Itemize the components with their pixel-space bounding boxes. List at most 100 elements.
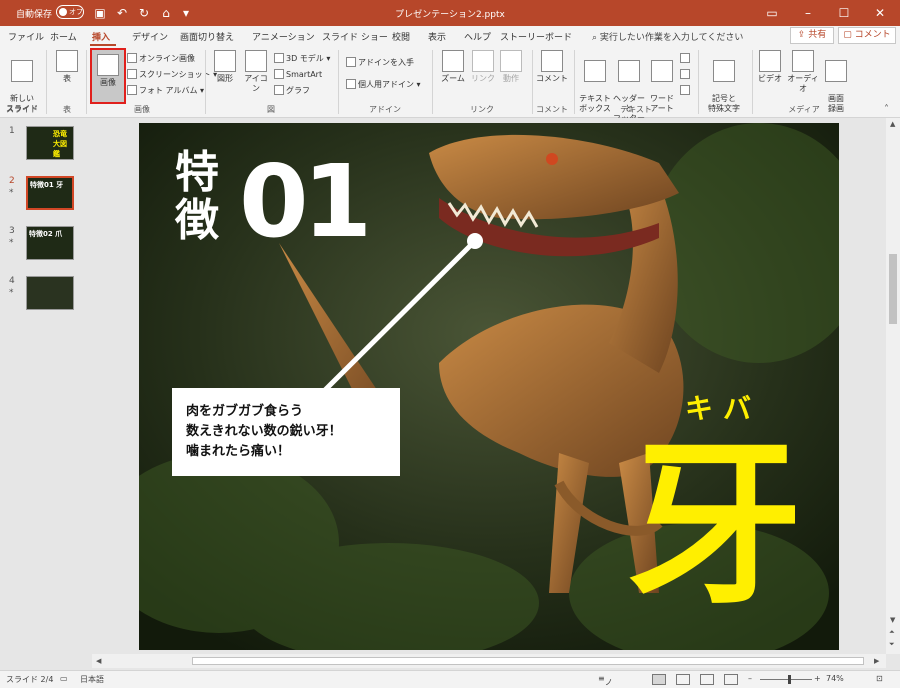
normal-view-icon[interactable] bbox=[652, 674, 666, 685]
scroll-up-icon[interactable]: ▲ bbox=[890, 120, 895, 128]
close-button[interactable]: ✕ bbox=[862, 0, 898, 26]
action-button[interactable]: 動作 bbox=[498, 50, 524, 84]
tab-help[interactable]: ヘルプ bbox=[464, 30, 491, 43]
my-addins-button[interactable]: 個人用アドイン ▾ bbox=[346, 79, 421, 90]
comments-button[interactable]: ▢ コメント bbox=[838, 27, 896, 44]
tab-file[interactable]: ファイル bbox=[8, 30, 44, 43]
video-button[interactable]: ビデオ bbox=[756, 50, 784, 84]
tab-review[interactable]: 校閲 bbox=[392, 30, 410, 43]
tab-view[interactable]: 表示 bbox=[428, 30, 446, 43]
object-icon bbox=[680, 85, 690, 95]
slide-canvas[interactable]: 特徴 01 肉をガブガブ食らう 数えきれない数の鋭い牙！ 噛まれたら痛い！ キバ… bbox=[139, 123, 839, 650]
tab-design[interactable]: デザイン bbox=[132, 30, 168, 43]
tab-transitions[interactable]: 画面切り替え bbox=[180, 30, 234, 43]
notes-button[interactable]: ≡ ノート bbox=[598, 674, 613, 687]
omega-icon bbox=[713, 60, 735, 82]
tab-animations[interactable]: アニメーション bbox=[252, 30, 315, 43]
share-label: 共有 bbox=[808, 30, 827, 40]
wordart-icon bbox=[651, 60, 673, 82]
online-image-button[interactable]: オンライン画像 bbox=[127, 53, 195, 64]
reading-view-icon[interactable] bbox=[700, 674, 714, 685]
insert-comment-button[interactable]: コメント bbox=[536, 50, 568, 84]
zoom-out-icon[interactable]: – bbox=[748, 674, 752, 683]
zoom-slider[interactable] bbox=[760, 679, 812, 680]
previous-slide-icon[interactable]: ⏶ bbox=[889, 628, 895, 637]
shapes-button[interactable]: 図形 bbox=[212, 50, 238, 84]
get-addins-button[interactable]: アドインを入手 bbox=[346, 57, 414, 68]
zoom-in-icon[interactable]: + bbox=[814, 674, 821, 683]
tell-me-text: 実行したい作業を入力してください bbox=[599, 33, 744, 43]
slide-thumbnail-4[interactable] bbox=[26, 276, 74, 310]
slide-thumbnail-3[interactable]: 特徴02 爪 bbox=[26, 226, 74, 260]
zoom-slider-knob[interactable] bbox=[788, 675, 791, 684]
thumb-number: 4 bbox=[9, 276, 15, 286]
collapse-ribbon-icon[interactable]: ˄ bbox=[884, 104, 889, 115]
slide-title-kanji: 特徴 bbox=[175, 147, 219, 246]
object-button[interactable] bbox=[680, 85, 692, 95]
slide-thumbnail-2[interactable]: 特徴01 牙 bbox=[26, 176, 74, 210]
tab-insert[interactable]: 挿入 bbox=[92, 30, 110, 43]
3d-models-button[interactable]: 3D モデル ▾ bbox=[274, 53, 330, 64]
group-table-label: 表 bbox=[63, 105, 71, 114]
date-time-button[interactable] bbox=[680, 53, 692, 63]
vertical-scrollbar[interactable]: ▲ ▼ ⏶ ⏷ bbox=[886, 118, 900, 654]
share-button[interactable]: ⇪ 共有 bbox=[790, 27, 834, 44]
slide-position: スライド 2/4 bbox=[6, 675, 54, 684]
smartart-icon bbox=[274, 69, 284, 79]
ribbon-tabs: ファイル ホーム 挿入 デザイン 画面切り替え アニメーション スライド ショー… bbox=[0, 26, 900, 46]
icons-button[interactable]: アイコン bbox=[242, 50, 270, 94]
tell-me-search[interactable]: ⌕ 実行したい作業を入力してください bbox=[592, 30, 743, 43]
zoom-level[interactable]: 74% bbox=[826, 674, 844, 683]
link-label: リンク bbox=[471, 74, 495, 83]
scroll-down-icon[interactable]: ▼ bbox=[890, 616, 895, 624]
slide-sorter-icon[interactable] bbox=[676, 674, 690, 685]
ribbon-separator bbox=[432, 50, 433, 114]
scroll-left-icon[interactable]: ◀ bbox=[96, 657, 101, 665]
zoom-label: ズーム bbox=[441, 74, 465, 83]
scroll-right-icon[interactable]: ▶ bbox=[874, 657, 879, 665]
powerpoint-window: 自動保存 オフ ▣ ↶ ↻ ⌂ ▾ プレゼンテーション2.pptx ▭ – ☐ … bbox=[0, 0, 900, 688]
horizontal-scrollbar[interactable]: ◀ ▶ bbox=[92, 654, 886, 668]
group-links-label: リンク bbox=[470, 105, 494, 114]
screenshot-button[interactable]: スクリーンショット ▾ bbox=[127, 69, 217, 80]
horizontal-scroll-thumb[interactable] bbox=[192, 657, 864, 665]
tab-storyboard[interactable]: ストーリーボード bbox=[500, 30, 572, 43]
slideshow-view-icon[interactable] bbox=[724, 674, 738, 685]
callout-line-1: 肉をガブガブ食らう bbox=[186, 404, 304, 419]
ribbon-separator bbox=[46, 50, 47, 114]
smartart-button[interactable]: SmartArt bbox=[274, 69, 322, 79]
zoom-button[interactable]: ズーム bbox=[438, 50, 468, 84]
ribbon-display-icon[interactable]: ▭ bbox=[754, 0, 790, 26]
table-icon bbox=[56, 50, 78, 72]
tab-home[interactable]: ホーム bbox=[50, 30, 77, 43]
maximize-button[interactable]: ☐ bbox=[826, 0, 862, 26]
minimize-button[interactable]: – bbox=[790, 0, 826, 26]
accessibility-icon[interactable]: ▭ bbox=[60, 674, 68, 683]
notes-label: ノート bbox=[604, 678, 613, 687]
smartart-label: SmartArt bbox=[286, 70, 323, 79]
fit-to-window-icon[interactable]: ⊡ bbox=[876, 674, 883, 683]
thumb-animation-marker: * bbox=[9, 288, 14, 298]
symbols-button[interactable]: 記号と 特殊文字 bbox=[702, 50, 746, 114]
tab-slideshow[interactable]: スライド ショー bbox=[322, 30, 388, 43]
link-button[interactable]: リンク bbox=[470, 50, 496, 84]
chart-button[interactable]: グラフ bbox=[274, 85, 310, 96]
insert-comment-label: コメント bbox=[536, 74, 568, 83]
get-addins-label: アドインを入手 bbox=[358, 58, 414, 67]
audio-button[interactable]: オーディオ bbox=[786, 50, 820, 94]
vertical-scroll-thumb[interactable] bbox=[889, 254, 897, 324]
photo-album-button[interactable]: フォト アルバム ▾ bbox=[127, 85, 204, 96]
language-indicator[interactable]: 日本語 bbox=[80, 674, 104, 685]
group-text-label: テキスト bbox=[620, 105, 652, 114]
zoom-icon bbox=[442, 50, 464, 72]
group-slide-label: スライド bbox=[6, 105, 38, 114]
icons-icon bbox=[245, 50, 267, 72]
thumb-number: 1 bbox=[9, 126, 15, 136]
callout-line-3: 噛まれたら痛い！ bbox=[186, 444, 291, 459]
slide-number-button[interactable] bbox=[680, 69, 692, 79]
next-slide-icon[interactable]: ⏷ bbox=[889, 640, 895, 649]
table-button[interactable]: 表 bbox=[54, 50, 80, 84]
slide-thumbnail-1[interactable]: 恐竜大図鑑 bbox=[26, 126, 74, 160]
callout-textbox[interactable]: 肉をガブガブ食らう 数えきれない数の鋭い牙！ 噛まれたら痛い！ bbox=[172, 388, 400, 476]
header-footer-icon bbox=[618, 60, 640, 82]
